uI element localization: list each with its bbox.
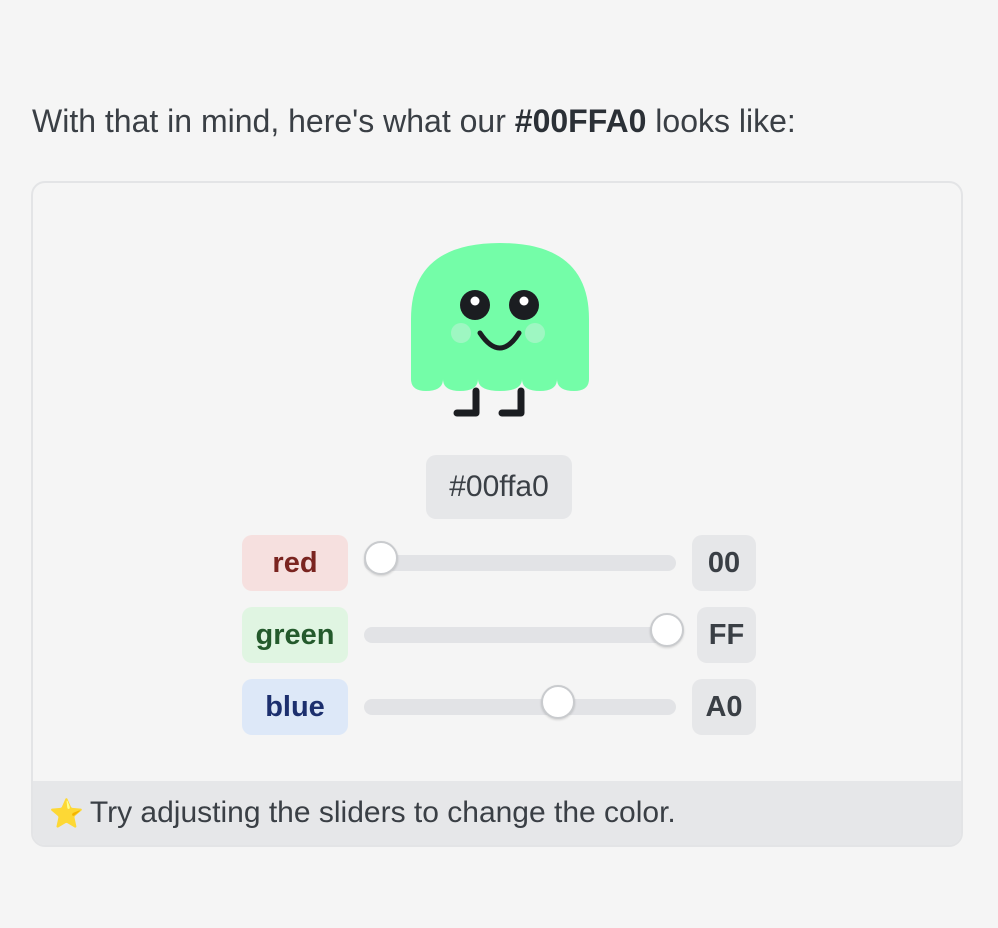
color-preview-card: #00ffa0 red 00 green FF blue A0 ⭐ Try ad… — [31, 181, 963, 847]
blue-label: blue — [242, 679, 348, 735]
red-value: 00 — [692, 535, 756, 591]
red-label: red — [242, 535, 348, 591]
intro-text: With that in mind, here's what our #00FF… — [32, 100, 796, 142]
monster-illustration — [411, 243, 589, 417]
left-eye-highlight — [470, 296, 480, 306]
star-icon: ⭐ — [49, 797, 84, 829]
hint-text: Try adjusting the sliders to change the … — [89, 796, 676, 829]
right-leg — [498, 387, 525, 417]
blue-slider-thumb[interactable] — [540, 685, 575, 719]
blue-value: A0 — [692, 679, 756, 735]
green-slider-row: green FF — [33, 607, 961, 663]
left-leg — [453, 387, 480, 417]
intro-suffix: looks like: — [646, 103, 796, 139]
intro-color-code: #00FFA0 — [514, 103, 647, 139]
red-slider-thumb[interactable] — [364, 541, 398, 575]
red-slider-row: red 00 — [33, 535, 961, 591]
green-value: FF — [697, 607, 756, 663]
blue-slider-row: blue A0 — [33, 679, 961, 735]
right-eye-highlight — [519, 296, 529, 306]
right-cheek — [525, 323, 545, 343]
hint-footer: ⭐ Try adjusting the sliders to change th… — [33, 781, 961, 845]
green-slider-thumb[interactable] — [650, 613, 684, 647]
monster-body — [411, 243, 589, 391]
green-slider-track[interactable] — [364, 613, 684, 647]
red-slider-track[interactable] — [364, 541, 676, 575]
intro-prefix: With that in mind, here's what our — [32, 103, 515, 139]
blue-slider-track[interactable] — [364, 685, 676, 719]
hex-value-badge: #00ffa0 — [426, 455, 572, 519]
left-cheek — [451, 323, 471, 343]
green-label: green — [242, 607, 348, 663]
